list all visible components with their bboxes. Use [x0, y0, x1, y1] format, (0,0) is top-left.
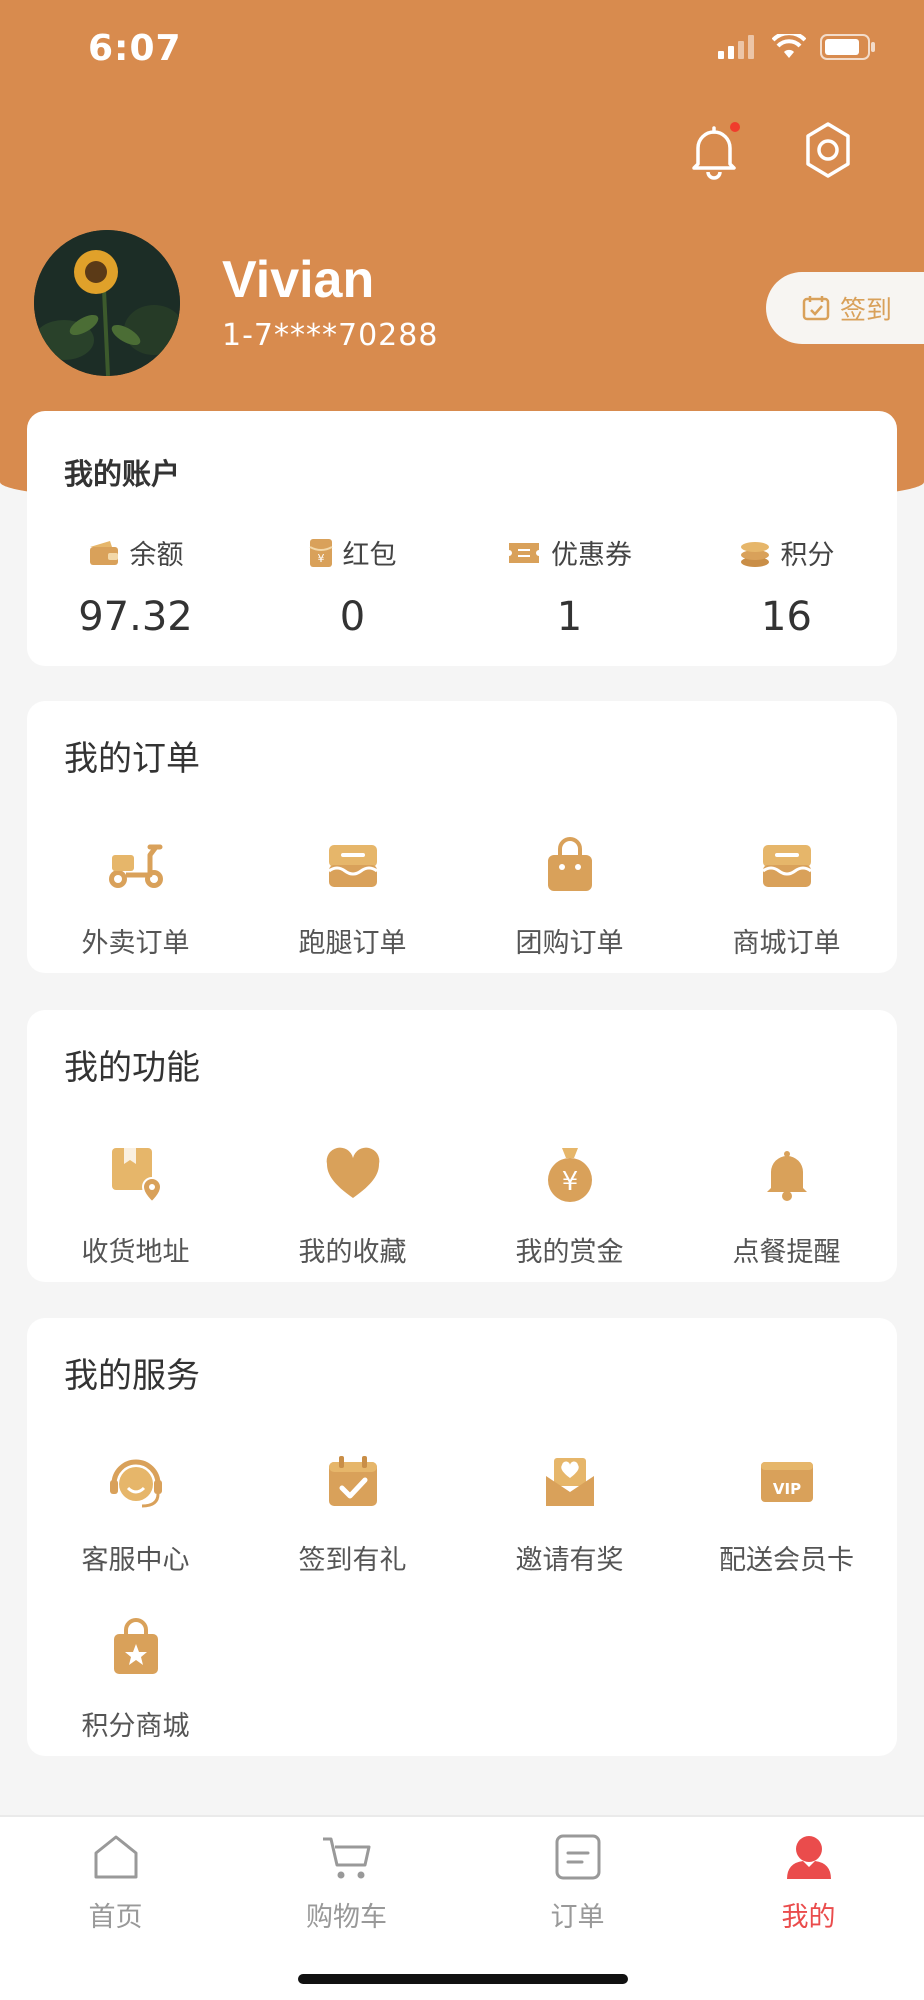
customer-service-label: 客服中心	[81, 1545, 190, 1576]
balance-label: 余额	[129, 540, 184, 571]
heart-icon	[326, 1147, 379, 1198]
scooter-icon	[108, 844, 163, 888]
notification-button[interactable]	[682, 118, 746, 182]
shopping-bag-icon	[547, 837, 592, 891]
red-packet-label: 红包	[342, 540, 397, 571]
balance-value: 97.32	[78, 594, 193, 640]
points-value: 16	[761, 594, 812, 640]
money-bag-icon: ¥	[547, 1148, 592, 1202]
status-bar: 6:07	[0, 0, 924, 100]
settings-button[interactable]	[796, 118, 860, 182]
vip-badge-text: VIP	[772, 1480, 800, 1498]
delivery-vip-card-item[interactable]: VIP 配送会员卡	[678, 1452, 895, 1577]
wifi-icon	[772, 34, 806, 58]
user-icon	[786, 1836, 831, 1879]
account-card: 我的账户 余额 97.32 ¥ 红包 0 优惠券 1 积分 16	[27, 411, 897, 666]
tab-profile[interactable]: 我的	[693, 1831, 924, 1934]
checkin-button[interactable]: 签到	[766, 272, 924, 344]
star-bag-icon	[113, 1618, 158, 1674]
wallet-icon	[89, 540, 118, 565]
functions-title: 我的功能	[64, 1048, 200, 1088]
invite-reward-label: 邀请有奖	[515, 1545, 624, 1576]
status-icons	[718, 34, 876, 60]
address-item[interactable]: 收货地址	[27, 1144, 244, 1269]
tab-profile-label: 我的	[781, 1902, 836, 1933]
takeout-orders-label: 外卖订单	[81, 928, 190, 959]
points-item[interactable]: 积分 16	[678, 533, 895, 640]
battery-icon	[820, 34, 875, 60]
calendar-check-icon	[328, 1456, 377, 1506]
errand-orders[interactable]: 跑腿订单	[244, 835, 461, 960]
takeout-orders[interactable]: 外卖订单	[27, 835, 244, 960]
coupon-value: 1	[556, 594, 583, 640]
functions-card: 我的功能 收货地址 我的收藏 ¥ 我的赏金 点餐提醒	[27, 1010, 897, 1282]
customer-service-item[interactable]: 客服中心	[27, 1452, 244, 1577]
group-buy-orders-label: 团购订单	[515, 928, 624, 959]
tab-orders-label: 订单	[550, 1902, 605, 1933]
points-mall-label: 积分商城	[81, 1711, 190, 1742]
tab-cart[interactable]: 购物车	[231, 1831, 462, 1934]
orders-card: 我的订单 外卖订单 跑腿订单 团购订单 商城订单	[27, 701, 897, 973]
avatar[interactable]	[34, 230, 180, 376]
home-indicator	[298, 1974, 628, 1984]
bottom-tab-bar: 首页 购物车 订单 我的	[0, 1815, 924, 2000]
coupon-item[interactable]: 优惠券 1	[461, 533, 678, 640]
status-time: 6:07	[88, 28, 182, 69]
cart-icon	[322, 1837, 370, 1879]
tab-home-label: 首页	[88, 1902, 143, 1933]
bell-icon	[766, 1151, 807, 1201]
tab-cart-label: 购物车	[306, 1902, 387, 1933]
headset-icon	[109, 1459, 162, 1508]
meal-reminder-item[interactable]: 点餐提醒	[678, 1144, 895, 1269]
services-card: 我的服务 客服中心 签到有礼 邀请有奖 VIP 配送会员卡 积分商城	[27, 1318, 897, 1756]
store-box-icon	[761, 845, 812, 887]
bounty-item[interactable]: ¥ 我的赏金	[461, 1144, 678, 1269]
address-icon	[111, 1148, 162, 1204]
home-icon	[94, 1835, 137, 1879]
invite-reward-item[interactable]: 邀请有奖	[461, 1452, 678, 1577]
username: Vivian	[222, 251, 375, 309]
favorites-item[interactable]: 我的收藏	[244, 1144, 461, 1269]
tab-home[interactable]: 首页	[0, 1831, 231, 1934]
coupon-label: 优惠券	[551, 540, 632, 571]
vip-card-icon: VIP	[760, 1462, 813, 1502]
mall-orders[interactable]: 商城订单	[678, 835, 895, 960]
svg-text:¥: ¥	[317, 552, 324, 565]
calendar-check-small-icon	[802, 296, 830, 321]
gear-icon	[806, 122, 850, 178]
phone-number: 1-7****70288	[222, 318, 439, 353]
services-title: 我的服务	[64, 1356, 200, 1396]
coins-icon	[740, 541, 769, 567]
checkin-gift-label: 签到有礼	[298, 1545, 407, 1576]
sunflower-avatar-icon	[34, 230, 180, 376]
red-packet-value: 0	[339, 594, 366, 640]
delivery-vip-card-label: 配送会员卡	[719, 1545, 854, 1576]
errand-orders-label: 跑腿订单	[298, 928, 407, 959]
order-list-icon	[555, 1834, 600, 1880]
bounty-label: 我的赏金	[515, 1237, 624, 1268]
red-packet-icon: ¥	[309, 538, 332, 567]
notification-dot	[730, 122, 740, 132]
box-icon	[327, 845, 378, 887]
signal-icon	[718, 35, 754, 59]
balance-item[interactable]: 余额 97.32	[27, 533, 244, 640]
mall-orders-label: 商城订单	[732, 928, 841, 959]
points-label: 积分	[780, 540, 835, 571]
favorites-label: 我的收藏	[298, 1237, 407, 1268]
coupon-icon	[509, 542, 539, 563]
meal-reminder-label: 点餐提醒	[732, 1237, 841, 1268]
invite-letter-icon	[545, 1458, 594, 1506]
checkin-label: 签到	[840, 295, 893, 326]
red-packet-item[interactable]: ¥ 红包 0	[244, 533, 461, 640]
orders-title: 我的订单	[64, 739, 200, 779]
account-title: 我的账户	[64, 457, 181, 491]
checkin-gift-item[interactable]: 签到有礼	[244, 1452, 461, 1577]
group-buy-orders[interactable]: 团购订单	[461, 835, 678, 960]
svg-text:¥: ¥	[561, 1167, 578, 1197]
address-label: 收货地址	[81, 1237, 190, 1268]
points-mall-item[interactable]: 积分商城	[27, 1618, 244, 1743]
tab-orders[interactable]: 订单	[462, 1831, 693, 1934]
header-actions	[682, 118, 860, 182]
